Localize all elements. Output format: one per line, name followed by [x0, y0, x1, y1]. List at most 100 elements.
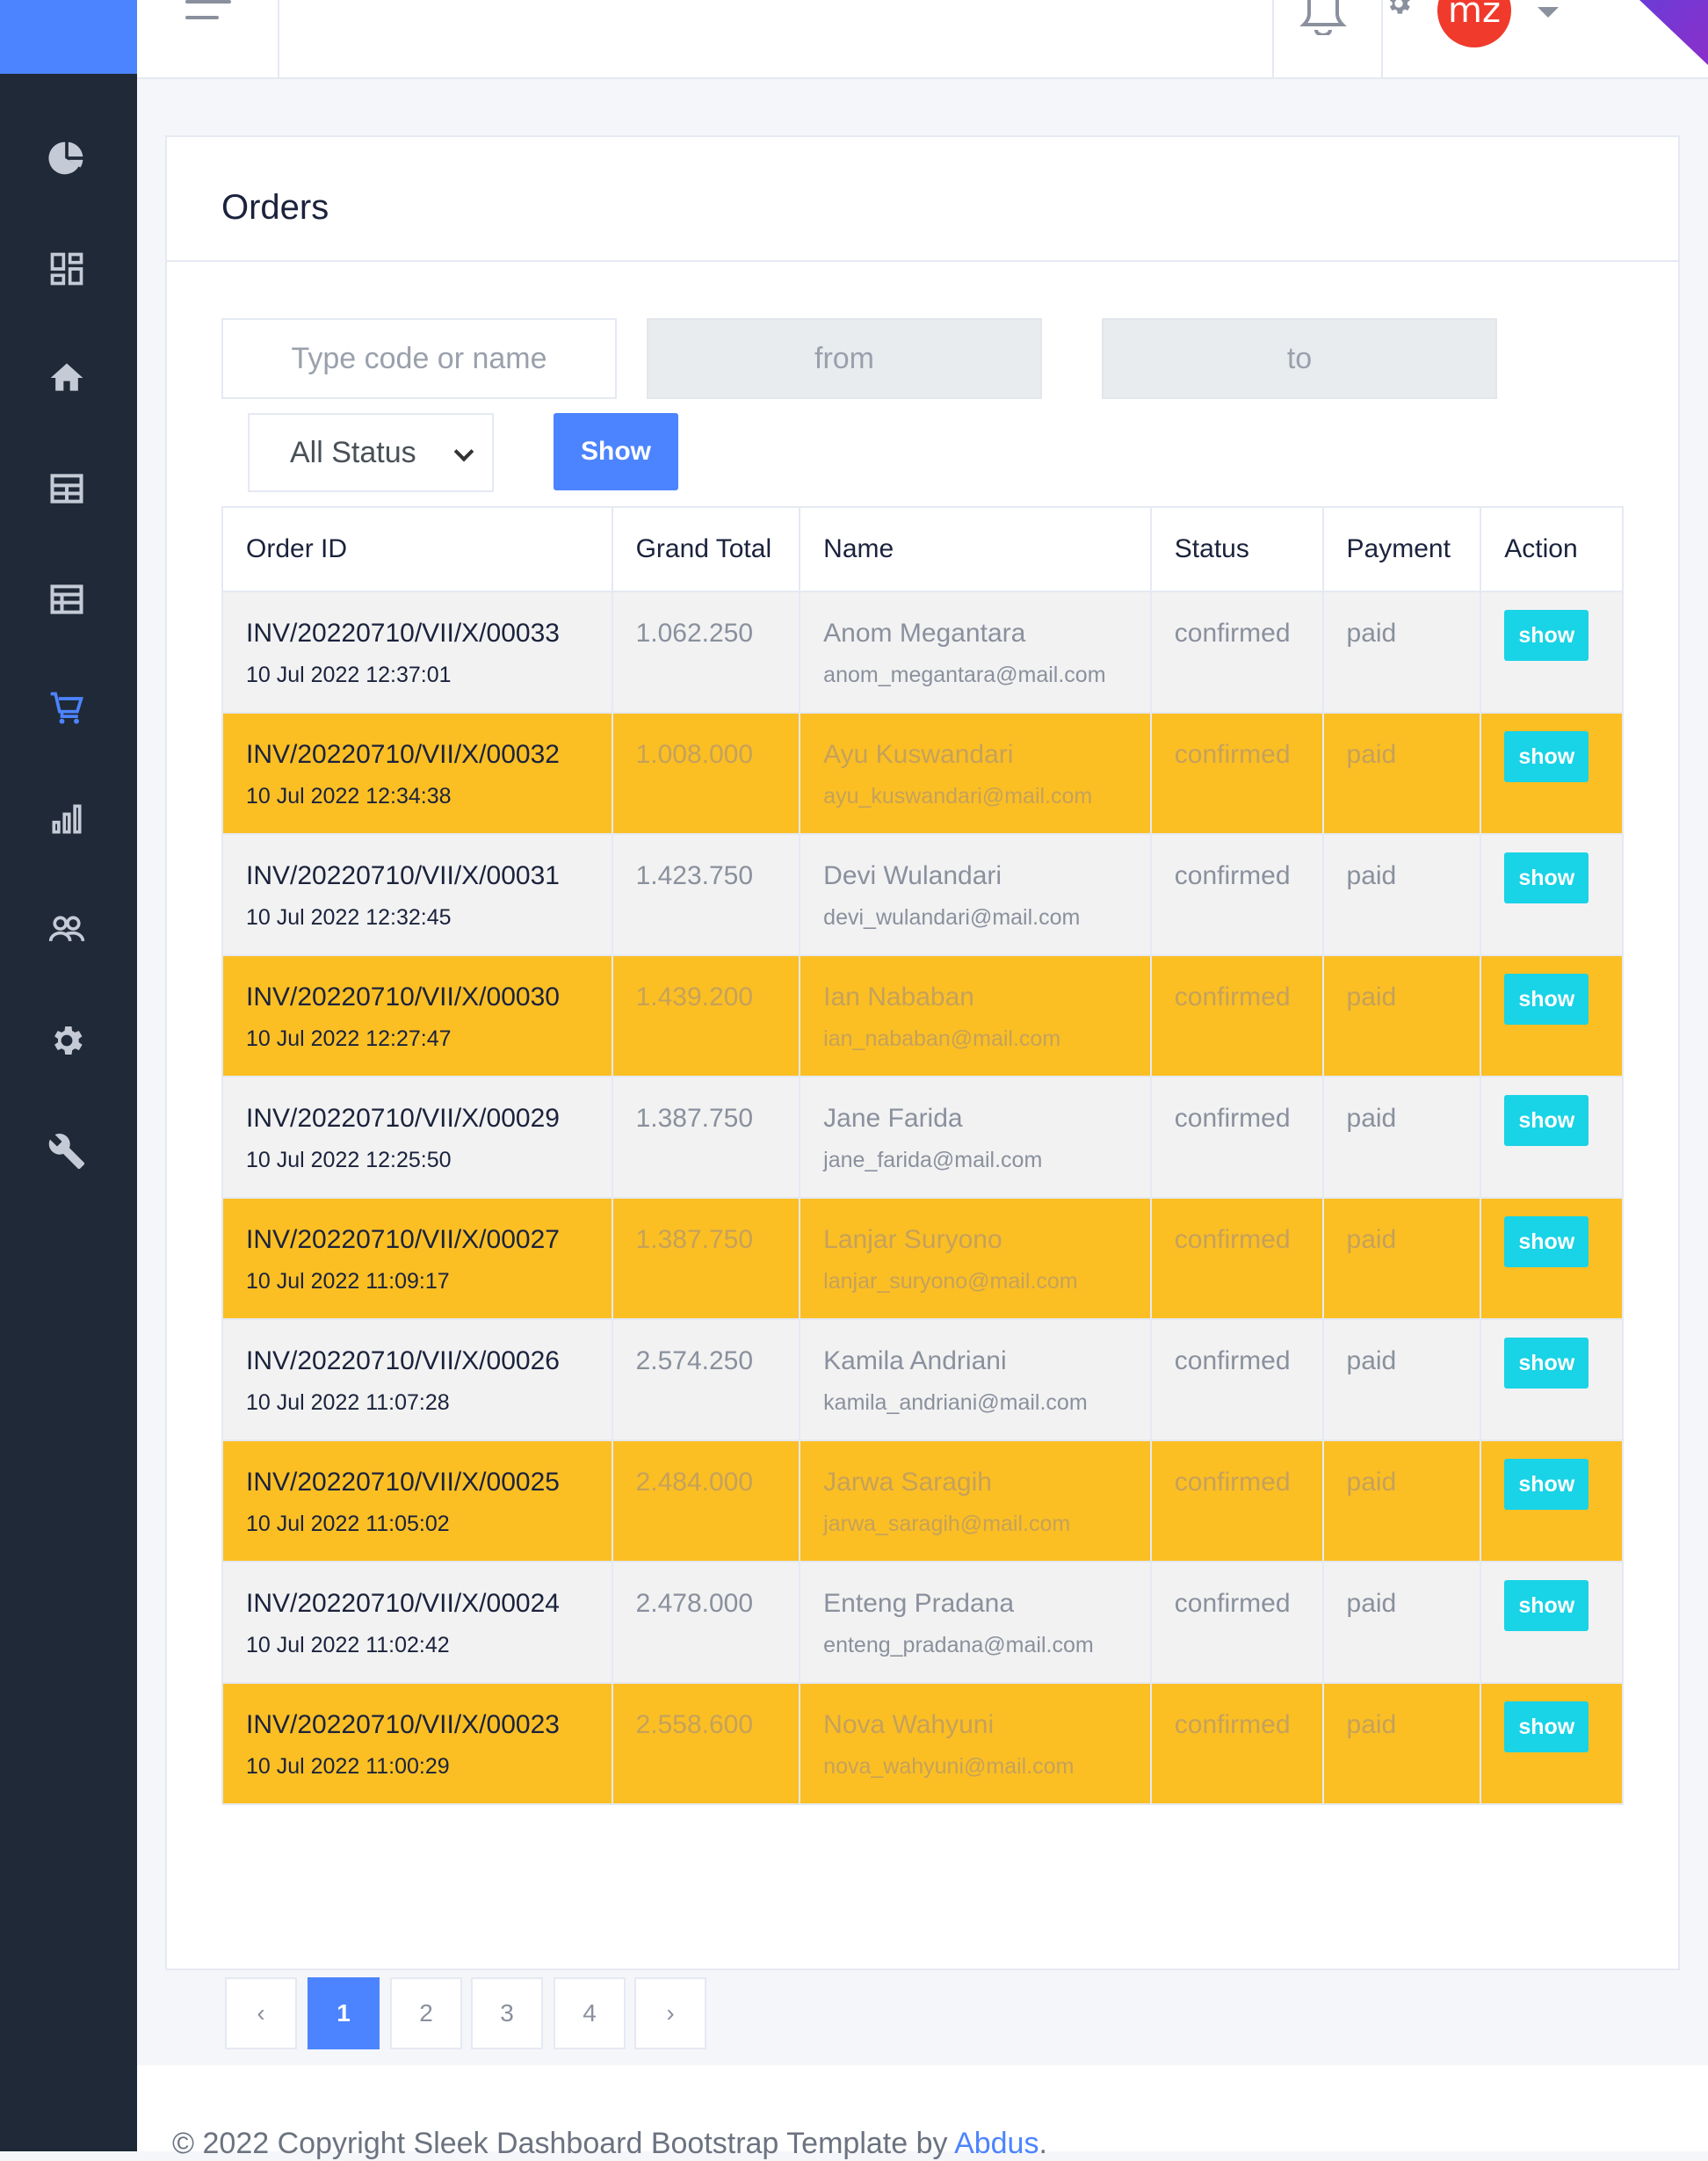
customer-name: Jarwa Saragih [823, 1468, 992, 1497]
show-order-button[interactable]: show [1504, 1216, 1589, 1267]
menu-icon-bar [185, 0, 231, 4]
show-order-button[interactable]: show [1504, 1338, 1589, 1389]
chevron-down-icon [453, 441, 474, 462]
show-order-button[interactable]: show [1504, 1701, 1589, 1752]
order-id-cell: INV/20220710/VII/X/00027 10 Jul 2022 11:0… [221, 1197, 613, 1320]
customer-email: jane_farida@mail.com [823, 1148, 1043, 1172]
show-order-button[interactable]: show [1504, 1459, 1589, 1510]
grand-total: 1.008.000 [611, 712, 801, 835]
search-field[interactable] [221, 318, 617, 399]
order-status: confirmed [1149, 1561, 1324, 1684]
show-order-button[interactable]: show [1504, 974, 1589, 1025]
pagination-page-4[interactable]: 4 [554, 1977, 626, 2049]
table-row: INV/20220710/VII/X/00027 10 Jul 2022 11:0… [221, 1197, 1624, 1320]
customer-name: Kamila Andriani [823, 1346, 1007, 1375]
show-order-button[interactable]: show [1504, 1095, 1589, 1146]
footer-copyright-text: © 2022 Copyright Sleek Dashboard Bootstr… [172, 2127, 955, 2160]
action-cell: show [1480, 1197, 1624, 1320]
customer-cell: Lanjar Suryono lanjar_suryono@mail.com [799, 1197, 1152, 1320]
search-input[interactable] [223, 320, 615, 397]
footer-author-link[interactable]: Abdus [954, 2127, 1039, 2160]
payment-status: paid [1321, 591, 1482, 714]
order-id-cell: INV/20220710/VII/X/00032 10 Jul 2022 12:3… [221, 712, 613, 835]
action-cell: show [1480, 954, 1624, 1077]
customer-cell: Ayu Kuswandari ayu_kuswandari@mail.com [799, 712, 1152, 835]
order-date: 10 Jul 2022 11:05:02 [246, 1512, 450, 1536]
action-cell: show [1480, 1318, 1624, 1441]
show-order-button[interactable]: show [1504, 610, 1589, 661]
pagination-next-button[interactable]: › [634, 1977, 706, 2049]
page-title: Orders [221, 188, 329, 227]
payment-status: paid [1321, 1561, 1482, 1684]
pie-chart-icon[interactable] [46, 137, 88, 179]
grand-total: 1.439.200 [611, 954, 801, 1077]
sidebar-brand[interactable] [0, 0, 137, 74]
table-row: INV/20220710/VII/X/00030 10 Jul 2022 12:2… [221, 954, 1624, 1077]
users-icon[interactable] [46, 909, 88, 951]
sidebar-toggle-button[interactable] [137, 0, 279, 79]
pagination-page-1[interactable]: 1 [308, 1977, 380, 2049]
date-to-input[interactable] [1104, 320, 1495, 397]
settings-icon[interactable] [46, 1019, 88, 1062]
table-icon[interactable] [46, 468, 88, 510]
bar-chart-icon[interactable] [46, 798, 88, 840]
customer-name: Jane Farida [823, 1104, 963, 1133]
bell-icon[interactable] [1297, 0, 1350, 37]
avatar[interactable]: mz [1437, 0, 1511, 47]
date-from-field[interactable] [647, 318, 1042, 399]
card-header: Orders [167, 137, 1678, 262]
date-from-input[interactable] [648, 320, 1040, 397]
order-date: 10 Jul 2022 12:37:01 [246, 663, 452, 687]
cart-icon[interactable] [46, 687, 88, 729]
pagination-page-2[interactable]: 2 [390, 1977, 462, 2049]
table-row: INV/20220710/VII/X/00024 10 Jul 2022 11:0… [221, 1561, 1624, 1684]
customer-email: nova_wahyuni@mail.com [823, 1754, 1075, 1779]
customer-cell: Kamila Andriani kamila_andriani@mail.com [799, 1318, 1152, 1441]
pagination-page-3[interactable]: 3 [471, 1977, 543, 2049]
table-row: INV/20220710/VII/X/00026 10 Jul 2022 11:0… [221, 1318, 1624, 1441]
show-order-button[interactable]: show [1504, 731, 1589, 782]
show-order-button[interactable]: show [1504, 1580, 1589, 1631]
column-header-action: Action [1480, 506, 1624, 592]
pagination-prev-button[interactable]: ‹ [225, 1977, 297, 2049]
payment-status: paid [1321, 1318, 1482, 1441]
gear-icon[interactable] [1385, 0, 1420, 25]
column-header-name[interactable]: Name [799, 506, 1152, 592]
table-row: INV/20220710/VII/X/00023 10 Jul 2022 11:0… [221, 1682, 1624, 1805]
order-id: INV/20220710/VII/X/00026 [246, 1346, 560, 1375]
order-id: INV/20220710/VII/X/00023 [246, 1710, 560, 1739]
grand-total: 1.387.750 [611, 1197, 801, 1320]
column-header-status[interactable]: Status [1149, 506, 1324, 592]
date-to-field[interactable] [1102, 318, 1497, 399]
footer-copyright: © 2022 Copyright Sleek Dashboard Bootstr… [172, 2127, 1047, 2161]
calendar-icon[interactable] [46, 578, 88, 620]
order-status: confirmed [1149, 1197, 1324, 1320]
show-filter-button[interactable]: Show [554, 413, 678, 490]
grand-total: 2.484.000 [611, 1439, 801, 1563]
status-select[interactable]: All Status [248, 413, 494, 492]
home-icon[interactable] [46, 357, 88, 399]
customer-email: jarwa_saragih@mail.com [823, 1512, 1071, 1536]
grand-total: 2.478.000 [611, 1561, 801, 1684]
order-status: confirmed [1149, 1682, 1324, 1805]
customer-cell: Nova Wahyuni nova_wahyuni@mail.com [799, 1682, 1152, 1805]
table-row: INV/20220710/VII/X/00033 10 Jul 2022 12:3… [221, 591, 1624, 714]
wrench-icon[interactable] [46, 1130, 88, 1172]
chevron-down-icon[interactable] [1538, 7, 1559, 18]
order-id: INV/20220710/VII/X/00029 [246, 1104, 560, 1133]
order-id: INV/20220710/VII/X/00031 [246, 861, 560, 890]
order-status: confirmed [1149, 954, 1324, 1077]
order-status: confirmed [1149, 1318, 1324, 1441]
column-header-order-id[interactable]: Order ID [221, 506, 613, 592]
column-header-grand-total[interactable]: Grand Total [611, 506, 801, 592]
menu-icon-bar [185, 16, 219, 19]
action-cell: show [1480, 712, 1624, 835]
customer-name: Ian Nababan [823, 983, 974, 1012]
show-order-button[interactable]: show [1504, 852, 1589, 903]
table-row: INV/20220710/VII/X/00031 10 Jul 2022 12:3… [221, 833, 1624, 956]
dashboard-icon[interactable] [46, 248, 88, 290]
order-status: confirmed [1149, 591, 1324, 714]
payment-status: paid [1321, 1197, 1482, 1320]
column-header-payment[interactable]: Payment [1321, 506, 1482, 592]
payment-status: paid [1321, 1076, 1482, 1199]
